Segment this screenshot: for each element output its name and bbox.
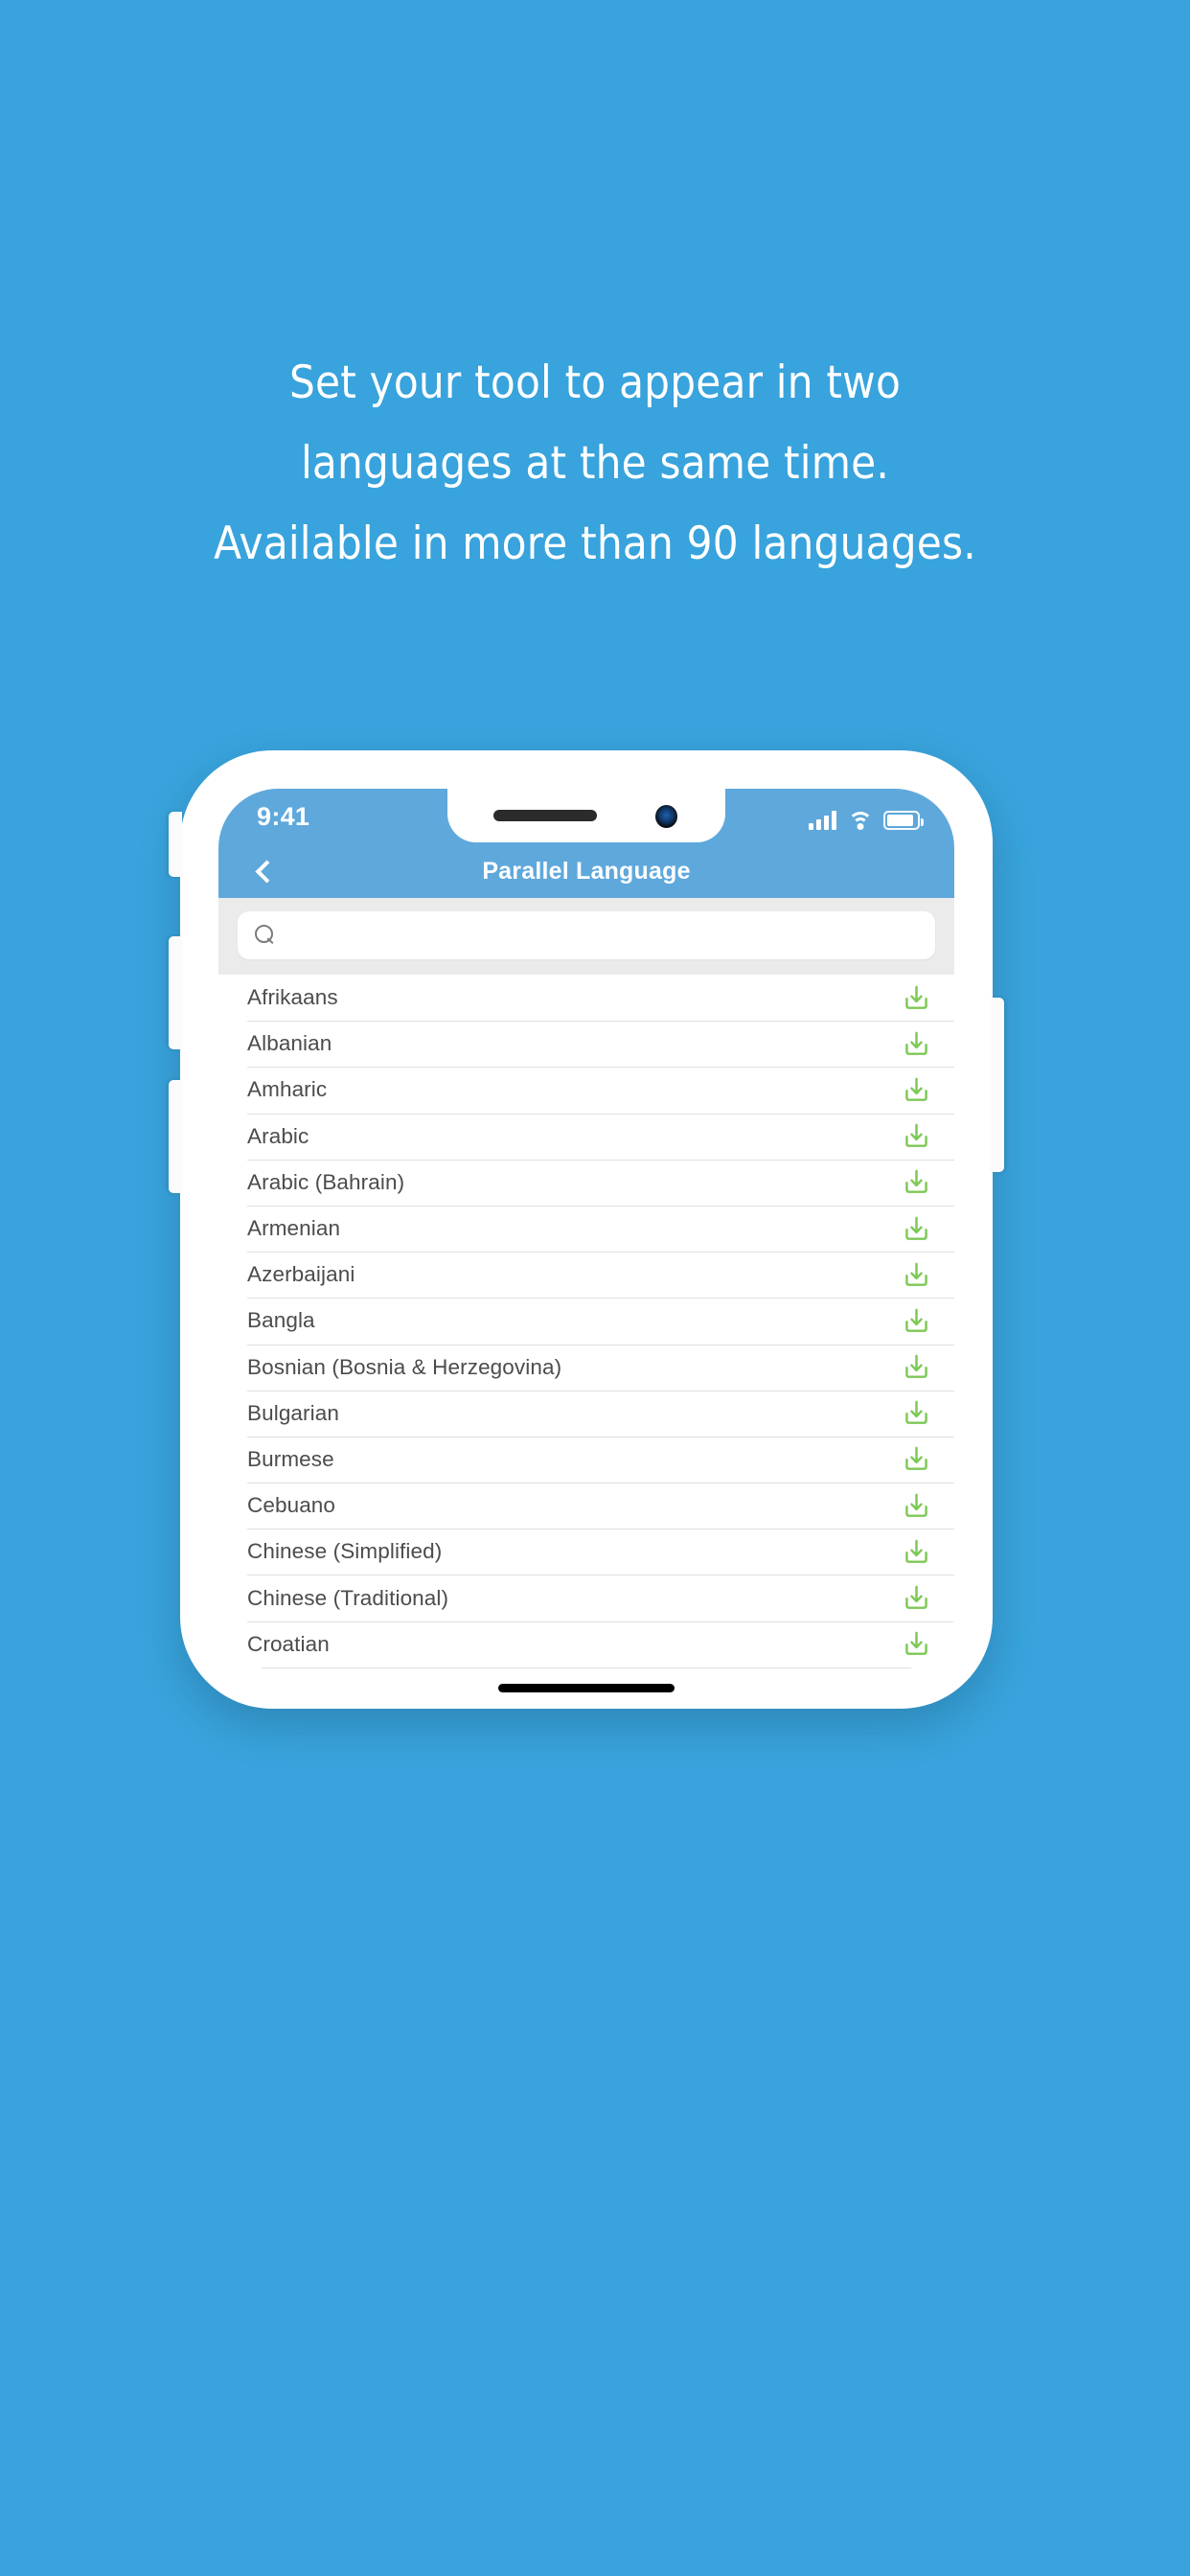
front-camera-icon bbox=[655, 805, 677, 828]
language-row[interactable]: Chinese (Traditional) bbox=[218, 1575, 954, 1621]
promo-headline: Set your tool to appear in two languages… bbox=[214, 356, 976, 570]
language-row[interactable]: Armenian bbox=[218, 1205, 954, 1252]
language-row[interactable]: Bulgarian bbox=[218, 1390, 954, 1437]
language-name: Cebuano bbox=[247, 1493, 336, 1518]
language-row[interactable]: Czech bbox=[218, 1667, 954, 1670]
chevron-left-icon bbox=[255, 859, 279, 884]
download-icon[interactable] bbox=[902, 1075, 931, 1105]
language-name: Chinese (Simplified) bbox=[247, 1539, 443, 1564]
back-button[interactable] bbox=[238, 844, 291, 898]
page-title: Parallel Language bbox=[482, 857, 691, 885]
language-row[interactable]: Azerbaijani bbox=[218, 1252, 954, 1298]
download-icon[interactable] bbox=[902, 1629, 931, 1659]
power-button[interactable] bbox=[991, 998, 1004, 1172]
language-name: Azerbaijani bbox=[247, 1262, 355, 1287]
phone-screen: 9:41 Parallel Language Afrikaans Albania… bbox=[218, 789, 954, 1670]
volume-up-button[interactable] bbox=[169, 936, 182, 1049]
language-name: Afrikaans bbox=[247, 985, 338, 1010]
language-row[interactable]: Bangla bbox=[218, 1298, 954, 1344]
download-icon[interactable] bbox=[902, 1537, 931, 1567]
language-row[interactable]: Bosnian (Bosnia & Herzegovina) bbox=[218, 1344, 954, 1391]
language-row[interactable]: Afrikaans bbox=[218, 975, 954, 1021]
language-name: Bosnian (Bosnia & Herzegovina) bbox=[247, 1354, 562, 1379]
status-bar-clock: 9:41 bbox=[257, 802, 310, 831]
language-row[interactable]: Cebuano bbox=[218, 1483, 954, 1529]
download-icon[interactable] bbox=[902, 1029, 931, 1059]
status-bar: 9:41 bbox=[218, 789, 954, 844]
search-input[interactable] bbox=[287, 922, 918, 949]
language-list[interactable]: Afrikaans Albanian Amharic Arabic Arabic (Ba… bbox=[218, 975, 954, 1670]
download-icon[interactable] bbox=[902, 1306, 931, 1336]
nav-bar: Parallel Language bbox=[218, 844, 954, 898]
download-icon[interactable] bbox=[902, 1121, 931, 1151]
download-icon[interactable] bbox=[902, 1491, 931, 1521]
download-icon[interactable] bbox=[902, 1583, 931, 1613]
phone-mockup: 9:41 Parallel Language Afrikaans Albania… bbox=[169, 750, 1004, 1709]
download-icon[interactable] bbox=[902, 1444, 931, 1474]
language-name: Croatian bbox=[247, 1631, 330, 1656]
download-icon[interactable] bbox=[902, 1214, 931, 1244]
language-name: Amharic bbox=[247, 1077, 328, 1102]
language-row[interactable]: Amharic bbox=[218, 1067, 954, 1113]
download-icon[interactable] bbox=[902, 1167, 931, 1197]
language-name: Arabic (Bahrain) bbox=[247, 1169, 405, 1194]
silent-switch[interactable] bbox=[169, 812, 182, 877]
language-name: Armenian bbox=[247, 1216, 341, 1241]
language-name: Bulgarian bbox=[247, 1400, 339, 1425]
download-icon[interactable] bbox=[902, 1352, 931, 1382]
download-icon[interactable] bbox=[902, 983, 931, 1013]
device-notch bbox=[447, 789, 725, 842]
language-name: Arabic bbox=[247, 1123, 309, 1148]
language-row[interactable]: Chinese (Simplified) bbox=[218, 1529, 954, 1575]
language-name: Burmese bbox=[247, 1446, 334, 1471]
language-name: Albanian bbox=[247, 1031, 332, 1056]
search-icon bbox=[255, 925, 276, 946]
search-box[interactable] bbox=[238, 911, 935, 959]
signal-bars-icon bbox=[809, 810, 836, 830]
language-name: Bangla bbox=[247, 1308, 315, 1333]
wifi-icon bbox=[847, 810, 873, 830]
language-row[interactable]: Albanian bbox=[218, 1021, 954, 1067]
language-row[interactable]: Arabic bbox=[218, 1113, 954, 1160]
status-bar-icons bbox=[809, 805, 924, 830]
download-icon[interactable] bbox=[902, 1260, 931, 1290]
language-row[interactable]: Burmese bbox=[218, 1436, 954, 1483]
language-row[interactable]: Croatian bbox=[218, 1621, 954, 1668]
battery-icon bbox=[883, 811, 924, 830]
speaker-grille-icon bbox=[493, 810, 597, 821]
home-indicator[interactable] bbox=[498, 1684, 675, 1692]
volume-down-button[interactable] bbox=[169, 1080, 182, 1193]
language-row[interactable]: Arabic (Bahrain) bbox=[218, 1159, 954, 1206]
language-name: Chinese (Traditional) bbox=[247, 1585, 449, 1610]
download-icon[interactable] bbox=[902, 1398, 931, 1428]
search-bar-container bbox=[218, 898, 954, 975]
